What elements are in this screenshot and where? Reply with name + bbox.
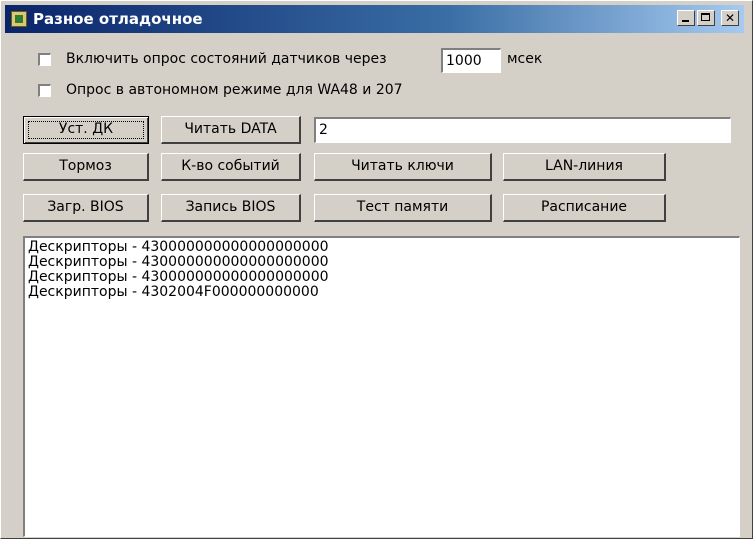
window-title: Разное отладочное bbox=[33, 10, 203, 28]
close-icon: ✕ bbox=[724, 11, 736, 25]
maximize-button[interactable] bbox=[697, 10, 715, 26]
debug-window: Разное отладочное ✕ Включить опрос состо… bbox=[0, 0, 753, 539]
read-data-button[interactable]: Читать DATA bbox=[161, 116, 301, 144]
autonomous-poll-label: Опрос в автономном режиме для WA48 и 207 bbox=[66, 82, 403, 98]
log-output[interactable]: Дескрипторы - 430000000000000000000 Деск… bbox=[23, 236, 740, 537]
log-line: Дескрипторы - 430000000000000000000 bbox=[28, 269, 329, 285]
app-icon bbox=[11, 11, 27, 27]
read-keys-button[interactable]: Читать ключи bbox=[314, 153, 492, 181]
minimize-button[interactable] bbox=[677, 10, 695, 26]
write-bios-button[interactable]: Запись BIOS bbox=[161, 194, 301, 222]
log-line: Дескрипторы - 430000000000000000000 bbox=[28, 239, 329, 255]
maximize-icon bbox=[701, 13, 710, 21]
poll-interval-input[interactable]: 1000 bbox=[441, 48, 501, 73]
title-bar[interactable]: Разное отладочное ✕ bbox=[5, 5, 744, 33]
event-count-button[interactable]: К-во событий bbox=[161, 153, 301, 181]
lan-line-button[interactable]: LAN-линия bbox=[503, 153, 666, 181]
memory-test-button[interactable]: Тест памяти bbox=[314, 194, 492, 222]
close-button[interactable]: ✕ bbox=[721, 10, 739, 26]
log-line: Дескрипторы - 430000000000000000000 bbox=[28, 254, 329, 270]
autonomous-poll-checkbox[interactable] bbox=[38, 84, 51, 97]
poll-sensors-label: Включить опрос состояний датчиков через bbox=[66, 51, 387, 67]
poll-sensors-checkbox[interactable] bbox=[38, 53, 51, 66]
poll-unit-label: мсек bbox=[507, 51, 543, 67]
data-value-input[interactable]: 2 bbox=[314, 117, 731, 143]
schedule-button[interactable]: Расписание bbox=[503, 194, 666, 222]
set-dk-button[interactable]: Уст. ДК bbox=[23, 116, 149, 144]
log-line: Дескрипторы - 4302004F000000000000 bbox=[28, 284, 319, 300]
load-bios-button[interactable]: Загр. BIOS bbox=[23, 194, 149, 222]
brake-button[interactable]: Тормоз bbox=[23, 153, 149, 181]
minimize-icon bbox=[682, 20, 689, 22]
